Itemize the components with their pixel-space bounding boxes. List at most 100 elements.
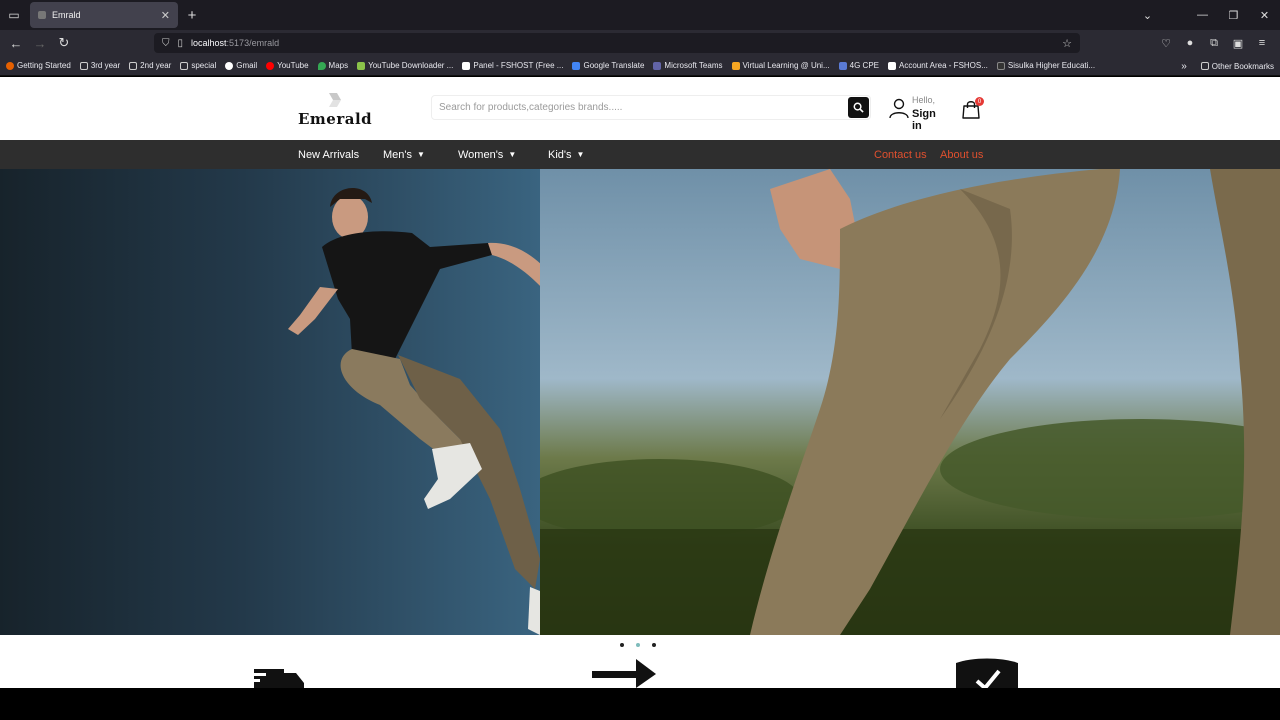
google-icon: [225, 61, 234, 70]
bookmark-folder[interactable]: 2nd year: [129, 61, 171, 70]
account-signin[interactable]: Hello, Sign in: [888, 95, 948, 132]
new-tab-icon[interactable]: +: [178, 0, 206, 30]
carousel-dot-active[interactable]: [636, 643, 640, 647]
extensions-icon[interactable]: ⧉: [1202, 37, 1226, 50]
bookmarks-overflow-chevron-icon[interactable]: »: [1181, 61, 1187, 72]
menu-label: About us: [940, 148, 984, 161]
forward-icon[interactable]: →: [28, 30, 52, 56]
search-input[interactable]: [432, 96, 844, 119]
carousel-indicators: [620, 643, 668, 647]
menu-mens[interactable]: Men's ▼: [383, 140, 425, 169]
extension-circle-icon[interactable]: ●: [1178, 37, 1202, 49]
bookmark-star-icon[interactable]: ☆: [1062, 37, 1072, 50]
menu-label: Contact us: [874, 148, 927, 161]
bookmark-item[interactable]: Panel - FSHOST (Free ...: [462, 61, 563, 70]
browser-nav-bar: ← → ↻ ⛉ ▯ localhost:5173/emrald ☆ ♡ ● ⧉ …: [0, 30, 1280, 56]
menu-about-us[interactable]: About us: [940, 140, 983, 169]
bookmark-item[interactable]: YouTube Downloader ...: [357, 61, 453, 70]
tab-close-icon[interactable]: ✕: [161, 9, 170, 22]
menu-new-arrivals[interactable]: New Arrivals: [298, 140, 359, 169]
page-icon: [462, 61, 471, 70]
page-info-icon[interactable]: ▯: [178, 38, 184, 49]
carousel-dot[interactable]: [652, 643, 656, 647]
logo-text: Emerald: [298, 110, 373, 128]
hero-image-right: [520, 169, 1280, 635]
logo[interactable]: Emerald: [298, 91, 378, 129]
menu-hamburger-icon[interactable]: ≡: [1250, 37, 1274, 49]
tab-list-icon[interactable]: ▭: [0, 0, 28, 30]
restore-icon[interactable]: ❐: [1218, 9, 1249, 22]
menu-label: Women's: [458, 148, 504, 161]
reload-icon[interactable]: ↻: [52, 30, 76, 56]
bookmark-item[interactable]: 4G CPE: [838, 61, 879, 70]
bookmark-item[interactable]: Virtual Learning @ Uni...: [731, 61, 830, 70]
maps-pin-icon: [317, 61, 326, 70]
shield-check-icon: [956, 658, 1018, 688]
page-icon: [996, 61, 1005, 70]
bookmark-item[interactable]: Google Translate: [572, 61, 644, 70]
menu-contact-us[interactable]: Contact us: [874, 140, 927, 169]
pocket-icon[interactable]: ♡: [1154, 37, 1178, 50]
toolbar-icons: ♡ ● ⧉ ▣ ≡: [1154, 30, 1274, 56]
menu-kids[interactable]: Kid's ▼: [548, 140, 584, 169]
page-icon: [887, 61, 896, 70]
window-controls: ⌄ — ❐ ✕: [1132, 0, 1280, 30]
minimize-icon[interactable]: —: [1187, 9, 1218, 21]
user-icon: [889, 98, 909, 119]
website: Emerald Hello, Sign in 0: [0, 77, 1280, 688]
close-window-icon[interactable]: ✕: [1249, 9, 1280, 22]
url-bar[interactable]: ⛉ ▯ localhost:5173/emrald ☆: [154, 33, 1080, 53]
chevron-down-icon: ▼: [417, 150, 425, 159]
url-text[interactable]: localhost:5173/emrald: [191, 38, 279, 48]
main-menu: New Arrivals Men's ▼ Women's ▼ Kid's ▼ Cont…: [0, 140, 1280, 169]
logo-mark-icon: [329, 93, 341, 107]
carousel-dot[interactable]: [620, 643, 624, 647]
tab-favicon-icon: [38, 11, 46, 19]
tab-title: Emrald: [52, 10, 81, 20]
youtube-icon: [266, 61, 275, 70]
search-button[interactable]: [848, 97, 869, 118]
hello-text: Hello,: [912, 95, 936, 105]
moodle-icon: [731, 61, 740, 70]
back-icon[interactable]: ←: [4, 30, 28, 56]
hero-jumping-man-illustration: [288, 188, 580, 635]
bookmarks-overflow: » Other Bookmarks: [1181, 56, 1274, 76]
search-icon: [853, 102, 864, 113]
download-icon: [357, 61, 366, 70]
features-row: [0, 657, 1280, 688]
bookmark-item[interactable]: Maps: [317, 61, 348, 70]
folder-icon: [129, 61, 138, 70]
teams-icon: [653, 61, 662, 70]
site-header: Emerald Hello, Sign in 0: [0, 77, 1280, 140]
bookmark-item[interactable]: Microsoft Teams: [653, 61, 723, 70]
arrow-right-icon: [592, 659, 656, 688]
bookmark-folder[interactable]: special: [180, 61, 216, 70]
search-box: [431, 95, 871, 120]
bookmark-item[interactable]: Sisulka Higher Educati...: [996, 61, 1095, 70]
chevron-down-icon: ▼: [508, 150, 517, 159]
browser-tab-active[interactable]: Emrald ✕: [30, 2, 178, 28]
bookmark-folder[interactable]: 3rd year: [79, 61, 120, 70]
other-bookmarks-folder[interactable]: Other Bookmarks: [1200, 62, 1274, 71]
bookmark-item[interactable]: Getting Started: [6, 61, 71, 70]
menu-label: Men's: [383, 148, 412, 161]
firefox-icon: [6, 61, 14, 70]
bookmark-item[interactable]: YouTube: [266, 61, 309, 70]
bookmark-item[interactable]: Gmail: [225, 61, 257, 70]
signin-link[interactable]: Sign in: [912, 108, 948, 132]
menu-womens[interactable]: Women's ▼: [458, 140, 516, 169]
hero-carousel[interactable]: [0, 169, 1280, 635]
tracking-shield-icon[interactable]: ⛉: [162, 38, 170, 49]
chevron-down-icon: ▼: [576, 150, 585, 159]
cart-button[interactable]: 0: [961, 97, 984, 121]
folder-icon: [180, 61, 189, 70]
delivery-truck-icon: [246, 669, 304, 688]
cart-count-badge: 0: [975, 97, 984, 106]
tab-overflow-chevron-icon[interactable]: ⌄: [1132, 9, 1163, 22]
extension-badge-icon[interactable]: ▣: [1226, 37, 1250, 50]
folder-icon: [1200, 62, 1209, 70]
folder-icon: [79, 61, 88, 70]
menu-label: New Arrivals: [298, 148, 360, 161]
bookmark-item[interactable]: Account Area - FSHOS...: [887, 61, 988, 70]
hero-pants-closeup-illustration: [520, 169, 1280, 635]
